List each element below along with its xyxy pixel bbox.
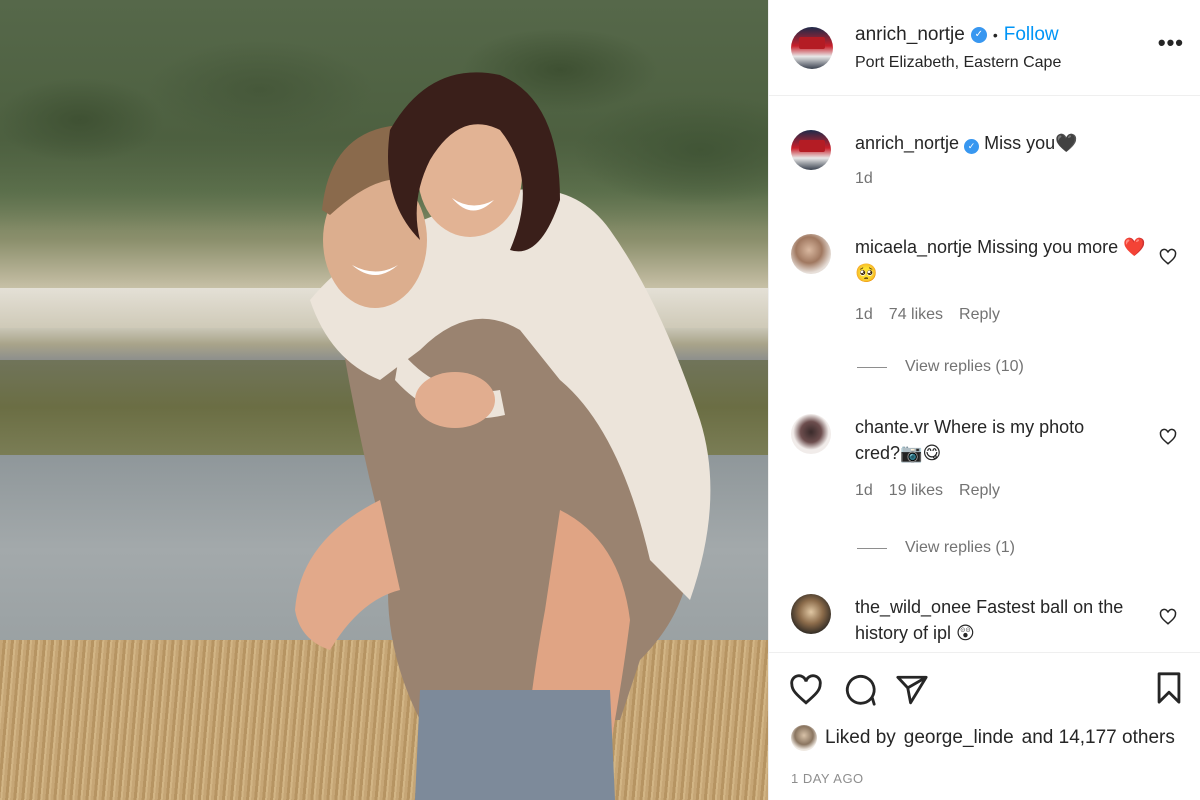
author-avatar[interactable] [791, 26, 833, 69]
author-username[interactable]: anrich_nortje [855, 24, 965, 46]
follow-button[interactable]: Follow [1004, 24, 1059, 46]
comment-likes[interactable]: 74 likes [889, 306, 943, 324]
view-replies-line [857, 547, 887, 549]
view-replies-line [857, 366, 887, 368]
caption-username[interactable]: anrich_nortje [855, 133, 959, 153]
view-replies-label: View replies (10) [905, 358, 1024, 375]
author-info: anrich_nortje ✓ • Follow Port Elizabeth,… [855, 24, 1061, 72]
verified-icon: ✓ [964, 138, 980, 154]
post-details-panel: anrich_nortje ✓ • Follow Port Elizabeth,… [768, 0, 1200, 800]
comment-avatar[interactable] [791, 414, 831, 454]
comment-avatar[interactable] [791, 234, 831, 274]
liked-by-prefix: Liked by [825, 727, 896, 748]
liked-by-user[interactable]: george_linde [904, 727, 1014, 749]
caption-text-line: anrich_nortje ✓ Miss you🖤 [855, 130, 1155, 156]
comment-item: micaela_nortje Missing you more ❤️🥺 1d 7… [791, 234, 1181, 324]
comment-username[interactable]: chante.vr [855, 417, 929, 437]
more-icon[interactable]: ••• [1158, 30, 1184, 56]
instagram-post: anrich_nortje ✓ • Follow Port Elizabeth,… [0, 0, 1200, 800]
comment-like-heart-icon[interactable] [1159, 428, 1177, 446]
reply-button[interactable]: Reply [959, 482, 1000, 500]
caption-meta: 1d [855, 170, 1155, 188]
comment-body: micaela_nortje Missing you more ❤️🥺 1d 7… [855, 234, 1155, 324]
separator-dot: • [992, 26, 998, 43]
comment-username[interactable]: the_wild_onee [855, 597, 971, 617]
liked-by-suffix[interactable]: and 14,177 others [1022, 727, 1175, 749]
author-line: anrich_nortje ✓ • Follow [855, 24, 1061, 46]
view-replies-button[interactable]: View replies (1) [857, 539, 1015, 557]
comment-text-line: chante.vr Where is my photo cred?📷😋 [855, 414, 1125, 466]
comment-avatar[interactable] [791, 594, 831, 634]
comment-likes[interactable]: 19 likes [889, 482, 943, 500]
share-icon[interactable] [895, 673, 929, 707]
comment-text-line: the_wild_onee Fastest ball on the histor… [855, 594, 1135, 646]
comment-meta: 1d 19 likes Reply [855, 482, 1125, 500]
caption: anrich_nortje ✓ Miss you🖤 1d [791, 130, 1181, 188]
comment-item: the_wild_onee Fastest ball on the histor… [791, 594, 1181, 646]
caption-body: anrich_nortje ✓ Miss you🖤 1d [855, 130, 1155, 188]
caption-avatar[interactable] [791, 130, 831, 170]
comment-item: chante.vr Where is my photo cred?📷😋 1d 1… [791, 414, 1181, 500]
post-actions: Liked by george_linde and 14,177 others … [769, 652, 1200, 800]
view-replies-label: View replies (1) [905, 539, 1015, 556]
comment-meta: 1d 74 likes Reply [855, 306, 1155, 324]
caption-text: Miss you🖤 [984, 133, 1078, 153]
verified-icon: ✓ [970, 26, 987, 43]
comment-like-heart-icon[interactable] [1159, 248, 1177, 266]
comment-text-line: micaela_nortje Missing you more ❤️🥺 [855, 234, 1155, 286]
post-photo[interactable] [0, 0, 768, 800]
post-location[interactable]: Port Elizabeth, Eastern Cape [855, 54, 1061, 72]
comment-time: 1d [855, 482, 873, 499]
photo-couple [295, 72, 711, 800]
comments-list[interactable]: anrich_nortje ✓ Miss you🖤 1d micaela_nor… [769, 96, 1200, 652]
comment-body: chante.vr Where is my photo cred?📷😋 1d 1… [855, 414, 1125, 500]
post-timestamp: 1 DAY AGO [791, 771, 864, 786]
comment-like-heart-icon[interactable] [1159, 608, 1177, 626]
comment-username[interactable]: micaela_nortje [855, 237, 972, 257]
bookmark-icon[interactable] [1152, 671, 1186, 705]
view-replies-button[interactable]: View replies (10) [857, 358, 1024, 376]
post-header: anrich_nortje ✓ • Follow Port Elizabeth,… [769, 0, 1200, 96]
liker-avatar[interactable] [791, 725, 817, 751]
caption-time: 1d [855, 170, 873, 187]
liked-by-line: Liked by george_linde and 14,177 others [791, 725, 1175, 751]
comment-body: the_wild_onee Fastest ball on the histor… [855, 594, 1135, 646]
reply-button[interactable]: Reply [959, 306, 1000, 324]
heart-icon[interactable] [789, 673, 823, 707]
comment-icon[interactable] [843, 673, 877, 707]
comment-time: 1d [855, 306, 873, 323]
